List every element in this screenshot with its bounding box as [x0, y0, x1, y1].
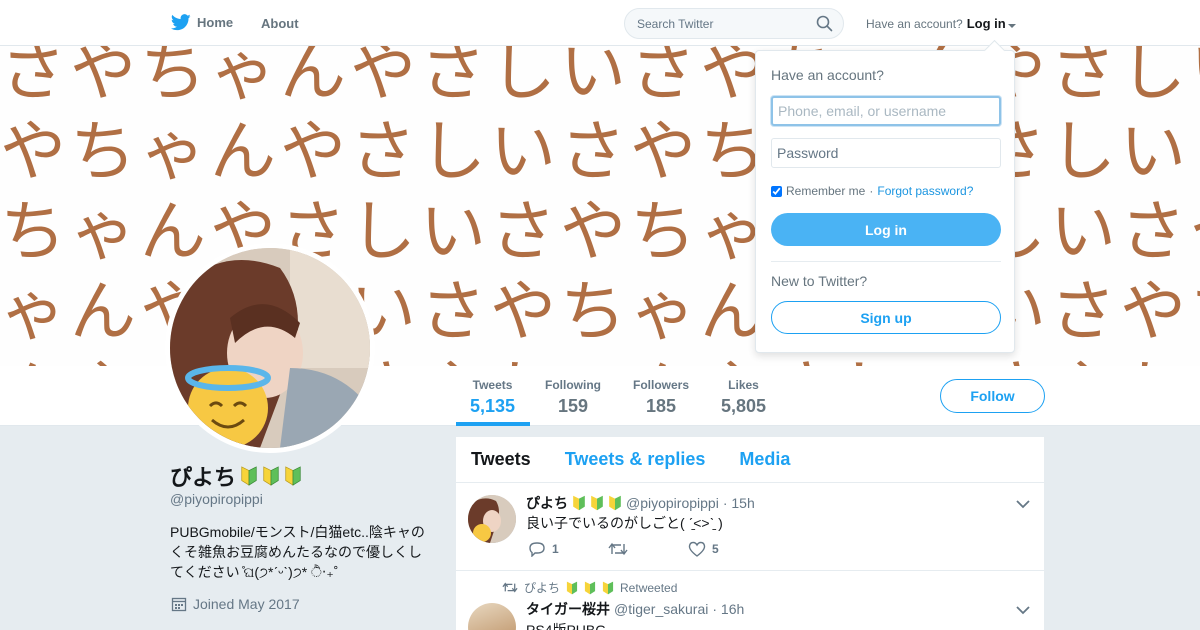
avatar-illustration — [170, 248, 370, 448]
chevron-down-icon[interactable] — [1016, 605, 1030, 615]
stat-value: 185 — [645, 396, 677, 416]
tweet-avatar[interactable] — [468, 495, 516, 543]
heart-icon — [688, 541, 706, 557]
timeline: Tweets Tweets & replies Media ぴよち @piyop… — [456, 437, 1044, 630]
retweeted-label: Retweeted — [620, 580, 678, 595]
forgot-password-link[interactable]: Forgot password? — [877, 184, 973, 198]
stat-label: Following — [545, 378, 601, 392]
tab-media[interactable]: Media — [739, 449, 790, 470]
nav-about[interactable]: About — [261, 16, 299, 31]
stat-value: 5,135 — [470, 396, 516, 416]
nav-home-label: Home — [197, 15, 234, 30]
tab-tweets-replies[interactable]: Tweets & replies — [565, 449, 706, 470]
retweet-button[interactable] — [608, 542, 688, 556]
username-field[interactable] — [771, 96, 1001, 126]
account-menu: Have an account? Log in — [866, 16, 1016, 31]
beginner-mark-icon — [602, 581, 614, 594]
profile-handle[interactable]: @piyopiropippi — [170, 491, 263, 507]
chevron-down-icon — [1007, 24, 1016, 28]
profile-avatar[interactable] — [165, 243, 375, 453]
search-box — [624, 8, 844, 39]
beginner-mark-icon — [285, 466, 301, 486]
tweet-author-name[interactable]: ぴよち — [526, 493, 568, 513]
new-to-twitter-text: New to Twitter? — [771, 273, 868, 289]
tweet-avatar-image — [468, 495, 516, 543]
like-button[interactable]: 5 — [688, 541, 768, 557]
stat-label: Tweets — [472, 378, 513, 392]
tweet-header: ぴよち @piyopiropippi · 15h — [526, 493, 755, 513]
login-button[interactable]: Log in — [771, 213, 1001, 246]
tweet-actions: 1 5 — [528, 541, 768, 557]
stat-following[interactable]: Following 159 — [545, 378, 601, 417]
beginner-mark-icon — [263, 466, 279, 486]
tweet-author-name[interactable]: タイガー桜井 — [526, 599, 610, 619]
tab-tweets[interactable]: Tweets — [471, 449, 531, 470]
banner-line: やちゃんやさしいさやちゃんやさしいさや — [0, 113, 1200, 190]
remember-me-label[interactable]: Remember me — [786, 184, 865, 198]
tweet-header: タイガー桜井 @tiger_sakurai · 16h — [526, 599, 744, 619]
twitter-bird-icon — [171, 14, 191, 31]
follow-button[interactable]: Follow — [940, 379, 1045, 413]
profile-name: ぴよち — [170, 460, 302, 492]
calendar-icon — [171, 597, 187, 612]
remember-me-checkbox[interactable] — [771, 185, 782, 197]
retweeted-by[interactable]: ぴよち — [524, 579, 560, 596]
banner-line: さやちゃんやさしいさやちゃんやさしいさ — [0, 46, 1200, 110]
stat-tweets[interactable]: Tweets 5,135 — [470, 378, 515, 417]
divider — [771, 261, 1001, 262]
retweet-context: ぴよち Retweeted — [502, 579, 677, 596]
tweet-text: PS4版PUBG — [526, 622, 607, 630]
tweet-text: 良い子でいるのがしごと( ˊ̱˂˃ˋ̱ ) — [526, 515, 723, 531]
tweet-author-handle[interactable]: @tiger_sakurai — [614, 601, 708, 617]
login-link-label: Log in — [966, 16, 1006, 31]
tweet-time[interactable]: · 15h — [723, 495, 755, 511]
profile-name-text: ぴよち — [170, 465, 237, 490]
tweet-avatar[interactable] — [468, 603, 516, 630]
beginner-mark-icon — [584, 581, 596, 594]
retweet-icon — [502, 582, 518, 593]
beginner-mark-icon — [566, 581, 578, 594]
profile-bio: PUBGmobile/モンスト/白猫etc..陰キャのくそ雑魚お豆腐めんたるなの… — [170, 524, 425, 580]
beginner-mark-icon — [241, 466, 257, 486]
login-dropdown-toggle[interactable]: Log in — [967, 16, 1016, 31]
stat-label: Likes — [728, 378, 759, 392]
beginner-mark-icon — [573, 495, 585, 511]
stat-label: Followers — [633, 378, 690, 392]
nav-home[interactable]: Home — [171, 14, 233, 31]
timeline-tabs: Tweets Tweets & replies Media — [456, 437, 1044, 483]
have-account-text: Have an account? — [866, 16, 963, 31]
login-dropdown: Have an account? Remember me · Forgot pa… — [755, 50, 1015, 353]
beginner-mark-icon — [609, 495, 621, 511]
profile-joined: Joined May 2017 — [171, 596, 300, 612]
joined-text: Joined May 2017 — [193, 596, 300, 612]
avatar-photo — [170, 248, 370, 448]
tweet[interactable]: ぴよち @piyopiropippi · 15h 良い子でいるのがしごと( ˊ̱… — [456, 483, 1044, 571]
tweet-time[interactable]: · 16h — [712, 601, 744, 617]
stat-value: 159 — [557, 396, 589, 416]
stat-value: 5,805 — [721, 396, 767, 416]
stat-likes[interactable]: Likes 5,805 — [721, 378, 766, 417]
tweet-author-handle[interactable]: @piyopiropippi — [626, 495, 719, 511]
reply-button[interactable]: 1 — [528, 541, 608, 557]
password-field[interactable] — [771, 138, 1001, 168]
top-nav: Home About Have an account? Log in — [0, 0, 1200, 46]
stat-followers[interactable]: Followers 185 — [633, 378, 689, 417]
reply-count: 1 — [552, 542, 559, 556]
retweet-icon — [608, 542, 628, 556]
active-tab-indicator — [456, 422, 530, 426]
reply-icon — [529, 542, 545, 557]
search-input[interactable] — [625, 9, 805, 38]
remember-row: Remember me · Forgot password? — [771, 184, 973, 198]
like-count: 5 — [712, 542, 719, 556]
separator: · — [869, 184, 874, 198]
search-icon[interactable] — [816, 15, 833, 32]
signup-button[interactable]: Sign up — [771, 301, 1001, 334]
login-dropdown-title: Have an account? — [771, 67, 884, 83]
beginner-mark-icon — [591, 495, 603, 511]
chevron-down-icon[interactable] — [1016, 499, 1030, 509]
banner-line: ちゃんやさしいさやちゃんやさしいさやち — [0, 193, 1200, 270]
tweet[interactable]: ぴよち Retweeted タイガー桜井 @tiger_sakurai · 16… — [456, 571, 1044, 630]
